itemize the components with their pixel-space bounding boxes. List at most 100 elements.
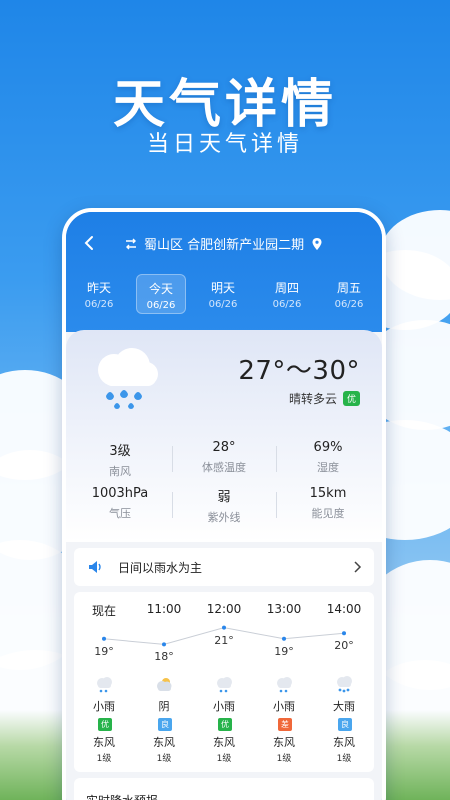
hour-aqi-badge: 优 — [218, 718, 232, 731]
phone-screen: 蜀山区 合肥创新产业园二期 昨天 06/26 今天 06/26 明天 06/26 周四 06/… — [66, 212, 382, 800]
metric-label: 紫外线 — [207, 511, 241, 524]
metric-value: 1003hPa — [91, 486, 149, 501]
metric-label: 体感温度 — [202, 461, 246, 474]
hourly-column: 现在 19° 小雨优东风 1级 — [74, 592, 134, 772]
hour-aqi-badge: 良 — [158, 718, 172, 731]
day-tab[interactable]: 今天 06/26 — [136, 274, 186, 314]
day-date: 06/26 — [208, 299, 238, 310]
hour-wind-level: 1级 — [336, 754, 352, 764]
day-tab[interactable]: 明天 06/26 — [198, 274, 248, 314]
hour-temperature: 20° — [334, 639, 354, 653]
hour-wind: 东风 — [333, 736, 355, 749]
precip-title: 实时降水预报 — [86, 792, 158, 800]
hour-condition: 小雨 — [273, 700, 295, 713]
hero-subtitle: 当日天气详情 — [146, 132, 303, 157]
day-name: 明天 — [210, 281, 235, 295]
hour-time: 14:00 — [326, 602, 362, 616]
hourly-column: 11:00 18° 阴良东风 1级 — [134, 592, 194, 772]
hour-wind: 东风 — [93, 736, 115, 749]
hour-temperature: 21° — [214, 633, 234, 647]
location-pin-icon — [312, 237, 322, 250]
hourly-column: 12:00 21° 小雨优东风 1级 — [194, 592, 254, 772]
day-date: 06/26 — [334, 299, 364, 310]
location-name: 蜀山区 合肥创新产业园二期 — [144, 238, 305, 253]
condition-text: 晴转多云 — [288, 392, 337, 406]
hour-aqi-badge: 良 — [338, 718, 352, 731]
notice-text: 日间以雨水为主 — [118, 561, 203, 575]
divider — [172, 446, 173, 472]
hour-wind: 东风 — [213, 736, 235, 749]
metric-value: 69% — [313, 440, 343, 455]
today-card: 27°～30° 晴转多云 优 3级南风 28° 体感温度 69% 湿度 1003hPa 气压… — [66, 330, 382, 542]
hour-condition: 小雨 — [213, 700, 235, 713]
divider — [276, 446, 277, 472]
hour-condition: 小雨 — [93, 700, 115, 713]
hour-aqi-badge: 差 — [278, 718, 292, 731]
metric-item: 28° 体感温度 — [172, 440, 276, 475]
speaker-icon — [89, 561, 101, 573]
phone-frame: 蜀山区 合肥创新产业园二期 昨天 06/26 今天 06/26 明天 06/26 周四 06/… — [62, 208, 386, 800]
hour-wind: 东风 — [273, 736, 295, 749]
cloudy-icon — [154, 676, 174, 694]
day-name: 周四 — [274, 281, 299, 295]
light-rain-icon — [94, 676, 114, 694]
day-date: 06/26 — [84, 299, 114, 310]
day-name: 今天 — [148, 282, 173, 296]
hour-wind: 东风 — [153, 736, 175, 749]
hour-wind-level: 1级 — [276, 754, 292, 764]
metric-label: 湿度 — [317, 461, 339, 474]
metric-label: 气压 — [109, 507, 131, 520]
hour-temperature: 19° — [94, 644, 114, 658]
hour-time: 12:00 — [206, 602, 242, 616]
metric-item: 弱紫外线 — [172, 486, 276, 525]
weather-notice[interactable]: 日间以雨水为主 — [74, 548, 374, 586]
condition-row: 晴转多云 优 — [289, 390, 360, 407]
metric-label: 南风 — [109, 465, 131, 478]
hour-time: 13:00 — [266, 602, 302, 616]
hourly-column: 14:00 20° 大雨良东风 1级 — [314, 592, 374, 772]
hour-condition: 大雨 — [333, 700, 355, 713]
hourly-forecast: 现在 19° 小雨优东风 1级 11:00 18° 阴良东风 1级 12:00 21° 小雨优东风 1… — [74, 592, 374, 772]
metric-value: 28° — [212, 440, 236, 455]
metric-item: 1003hPa 气压 — [68, 486, 172, 521]
location-selector[interactable]: 蜀山区 合肥创新产业园二期 — [124, 234, 324, 253]
aqi-badge: 优 — [342, 391, 360, 406]
hour-aqi-badge: 优 — [98, 718, 112, 731]
hour-condition: 阴 — [158, 700, 170, 713]
light-rain-icon — [274, 676, 294, 694]
metric-label: 能见度 — [311, 507, 345, 520]
metric-value: 3级 — [109, 444, 131, 459]
day-date: 06/26 — [272, 299, 302, 310]
chevron-left-icon[interactable] — [82, 232, 96, 254]
metric-item: 15km 能见度 — [276, 486, 380, 521]
metric-item: 69% 湿度 — [276, 440, 380, 475]
day-date: 06/26 — [146, 300, 176, 311]
chevron-right-icon — [354, 561, 362, 573]
metric-value: 弱 — [217, 490, 231, 505]
hour-wind-level: 1级 — [156, 754, 172, 764]
swap-arrows-icon — [126, 238, 136, 249]
hour-time: 现在 — [91, 604, 116, 618]
hour-temperature: 19° — [274, 644, 294, 658]
hour-temperature: 18° — [154, 650, 174, 664]
day-name: 周五 — [336, 281, 361, 295]
day-tabs: 昨天 06/26 今天 06/26 明天 06/26 周四 06/26 周五 06/26 — [66, 274, 382, 318]
metric-item: 3级南风 — [68, 440, 172, 479]
temperature-range: 27°～30° — [238, 356, 360, 386]
hour-time: 11:00 — [146, 602, 182, 616]
divider — [276, 492, 277, 518]
day-name: 昨天 — [86, 281, 111, 295]
top-bar: 蜀山区 合肥创新产业园二期 — [66, 232, 382, 254]
metric-value: 15km — [309, 486, 347, 501]
precipitation-card[interactable]: 实时降水预报 — [74, 778, 374, 800]
divider — [172, 492, 173, 518]
day-tab[interactable]: 周五 06/26 — [324, 274, 374, 314]
hour-wind-level: 1级 — [96, 754, 112, 764]
hour-wind-level: 1级 — [216, 754, 232, 764]
hourly-column: 13:00 19° 小雨差东风 1级 — [254, 592, 314, 772]
light-rain-icon — [214, 676, 234, 694]
day-tab[interactable]: 周四 06/26 — [262, 274, 312, 314]
heavy-rain-icon — [334, 676, 354, 694]
rain-cloud-icon — [98, 348, 158, 409]
day-tab[interactable]: 昨天 06/26 — [74, 274, 124, 314]
